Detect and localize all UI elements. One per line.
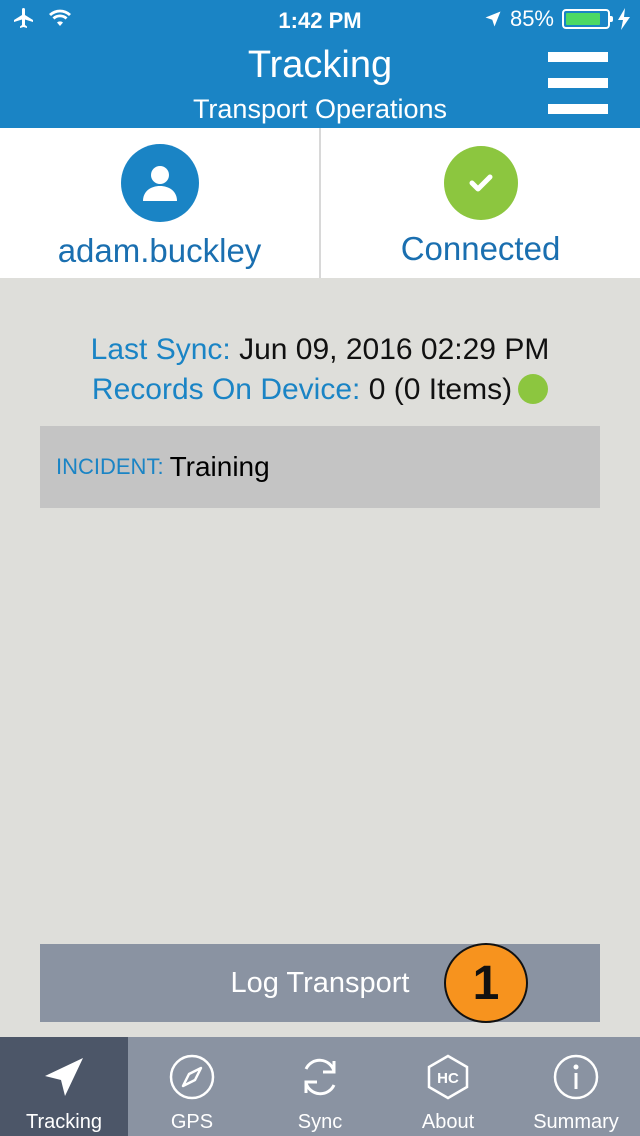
- page-title: Tracking: [247, 44, 393, 86]
- tab-bar: Tracking GPS Sync HC About Summary: [0, 1037, 640, 1136]
- tab-gps[interactable]: GPS: [128, 1037, 256, 1136]
- connection-status-label: Connected: [400, 230, 561, 267]
- location-arrow-icon: [38, 1051, 90, 1103]
- sync-icon: [294, 1051, 346, 1103]
- battery-icon: [562, 9, 613, 29]
- hc-logo-icon: HC: [422, 1051, 474, 1103]
- status-bar: 1:42 PM 85%: [0, 0, 640, 40]
- tab-summary-label: Summary: [533, 1111, 619, 1133]
- tab-about-label: About: [421, 1111, 475, 1133]
- connection-card: Connected: [321, 128, 640, 278]
- location-icon: [485, 11, 501, 27]
- log-transport-label: Log Transport: [230, 966, 410, 999]
- records-value: 0 (0 Items): [368, 373, 513, 406]
- sync-info: Last Sync: Jun 09, 2016 02:29 PM Records…: [0, 330, 640, 410]
- step-badge: 1: [444, 943, 528, 1023]
- charging-icon: [618, 8, 630, 30]
- records-label: Records On Device:: [91, 373, 361, 406]
- tab-sync[interactable]: Sync: [256, 1037, 384, 1136]
- user-card[interactable]: adam.buckley: [0, 128, 321, 278]
- incident-row[interactable]: INCIDENT: Training: [40, 426, 600, 508]
- tab-tracking[interactable]: Tracking: [0, 1037, 128, 1136]
- last-sync-row: Last Sync: Jun 09, 2016 02:29 PM: [0, 330, 640, 370]
- status-cards: adam.buckley Connected: [0, 128, 640, 278]
- check-icon: [443, 146, 518, 220]
- tab-tracking-label: Tracking: [26, 1111, 102, 1133]
- incident-value: Training: [169, 451, 270, 482]
- tab-about[interactable]: HC About: [384, 1037, 512, 1136]
- top-bar: 1:42 PM 85% Tracking Transport Operation…: [0, 0, 640, 128]
- sync-status-dot-icon: [518, 374, 549, 404]
- tab-summary[interactable]: Summary: [512, 1037, 640, 1136]
- tab-sync-label: Sync: [297, 1111, 343, 1133]
- page-subtitle: Transport Operations: [192, 94, 448, 124]
- info-icon: [550, 1051, 602, 1103]
- records-row: Records On Device: 0 (0 Items): [0, 370, 640, 410]
- battery-percent: 85%: [509, 6, 554, 31]
- svg-text:HC: HC: [437, 1070, 459, 1087]
- username-label: adam.buckley: [57, 232, 262, 269]
- last-sync-value: Jun 09, 2016 02:29 PM: [239, 333, 550, 366]
- tab-gps-label: GPS: [170, 1111, 214, 1133]
- compass-icon: [166, 1051, 218, 1103]
- user-icon: [120, 144, 199, 222]
- last-sync-label: Last Sync:: [90, 333, 231, 366]
- hamburger-menu-button[interactable]: [548, 52, 608, 114]
- incident-label: INCIDENT:: [56, 454, 164, 479]
